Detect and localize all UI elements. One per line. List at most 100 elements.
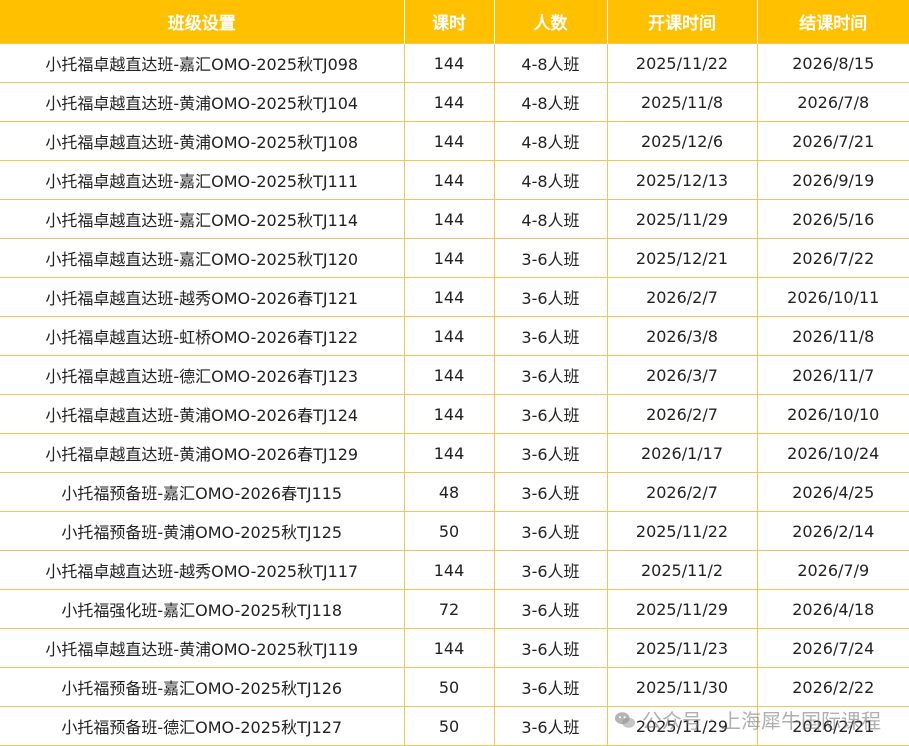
table-row: 小托福卓越直达班-嘉汇OMO-2025秋TJ111 144 4-8人班 2025/12… — [0, 160, 909, 200]
cell-class-setting: 小托福卓越直达班-嘉汇OMO-2025秋TJ120 — [0, 238, 405, 278]
cell-end-date: 2026/10/10 — [756, 394, 909, 434]
table-row: 小托福卓越直达班-黄浦OMO-2026春TJ129 144 3-6人班 2026/1/… — [0, 433, 909, 473]
table-row: 小托福卓越直达班-虹桥OMO-2026春TJ122 144 3-6人班 2026/3/… — [0, 316, 909, 356]
table-row: 小托福卓越直达班-黄浦OMO-2026春TJ124 144 3-6人班 2026/2/… — [0, 394, 909, 434]
cell-start-date: 2025/11/2 — [606, 550, 758, 590]
cell-class-size: 4-8人班 — [493, 121, 608, 161]
cell-hours: 50 — [403, 667, 495, 707]
cell-end-date: 2026/11/7 — [756, 355, 909, 395]
cell-end-date: 2026/10/24 — [756, 433, 909, 473]
cell-end-date: 2026/4/18 — [756, 589, 909, 629]
cell-class-size: 4-8人班 — [493, 82, 608, 122]
cell-hours: 144 — [403, 238, 495, 278]
cell-start-date: 2026/2/7 — [606, 277, 758, 317]
cell-start-date: 2025/12/13 — [606, 160, 758, 200]
cell-start-date: 2025/12/21 — [606, 238, 758, 278]
cell-class-setting: 小托福卓越直达班-越秀OMO-2025秋TJ117 — [0, 550, 405, 590]
cell-hours: 144 — [403, 277, 495, 317]
cell-class-size: 4-8人班 — [493, 199, 608, 239]
cell-hours: 144 — [403, 316, 495, 356]
class-schedule-table: 班级设置 课时 人数 开课时间 结课时间 小托福卓越直达班-嘉汇OMO-2025… — [0, 0, 909, 746]
cell-start-date: 2026/3/8 — [606, 316, 758, 356]
cell-class-setting: 小托福卓越直达班-黄浦OMO-2025秋TJ119 — [0, 628, 405, 668]
cell-start-date: 2025/11/29 — [606, 706, 758, 746]
cell-start-date: 2026/2/7 — [606, 472, 758, 512]
cell-start-date: 2025/11/22 — [606, 511, 758, 551]
cell-class-setting: 小托福强化班-嘉汇OMO-2025秋TJ118 — [0, 589, 405, 629]
cell-start-date: 2025/12/6 — [606, 121, 758, 161]
cell-start-date: 2025/11/8 — [606, 82, 758, 122]
header-class-size: 人数 — [494, 0, 608, 44]
cell-class-setting: 小托福预备班-嘉汇OMO-2026春TJ115 — [0, 472, 405, 512]
cell-hours: 144 — [403, 394, 495, 434]
cell-hours: 144 — [403, 550, 495, 590]
cell-class-setting: 小托福预备班-嘉汇OMO-2025秋TJ126 — [0, 667, 405, 707]
cell-start-date: 2025/11/23 — [606, 628, 758, 668]
cell-hours: 144 — [403, 43, 495, 83]
table-row: 小托福强化班-嘉汇OMO-2025秋TJ118 72 3-6人班 2025/11/29… — [0, 589, 909, 629]
cell-class-setting: 小托福卓越直达班-黄浦OMO-2026春TJ124 — [0, 394, 405, 434]
table-row: 小托福预备班-嘉汇OMO-2025秋TJ126 50 3-6人班 2025/11/30… — [0, 667, 909, 707]
header-start-date: 开课时间 — [607, 0, 758, 44]
cell-end-date: 2026/7/24 — [756, 628, 909, 668]
cell-class-size: 3-6人班 — [493, 433, 608, 473]
table-row: 小托福卓越直达班-嘉汇OMO-2025秋TJ114 144 4-8人班 2025/11… — [0, 199, 909, 239]
cell-end-date: 2026/9/19 — [756, 160, 909, 200]
cell-class-size: 3-6人班 — [493, 550, 608, 590]
cell-class-setting: 小托福卓越直达班-黄浦OMO-2026春TJ129 — [0, 433, 405, 473]
cell-hours: 72 — [403, 589, 495, 629]
cell-class-size: 4-8人班 — [493, 43, 608, 83]
table-row: 小托福卓越直达班-德汇OMO-2026春TJ123 144 3-6人班 2026/3/… — [0, 355, 909, 395]
cell-end-date: 2026/5/16 — [756, 199, 909, 239]
cell-class-setting: 小托福卓越直达班-越秀OMO-2026春TJ121 — [0, 277, 405, 317]
cell-class-setting: 小托福卓越直达班-黄浦OMO-2025秋TJ108 — [0, 121, 405, 161]
header-class-setting: 班级设置 — [0, 0, 405, 44]
cell-end-date: 2026/7/8 — [756, 82, 909, 122]
cell-start-date: 2026/3/7 — [606, 355, 758, 395]
cell-class-setting: 小托福卓越直达班-嘉汇OMO-2025秋TJ111 — [0, 160, 405, 200]
cell-start-date: 2025/11/22 — [606, 43, 758, 83]
cell-start-date: 2025/11/30 — [606, 667, 758, 707]
cell-class-size: 3-6人班 — [493, 394, 608, 434]
table-body: 小托福卓越直达班-嘉汇OMO-2025秋TJ098 144 4-8人班 2025/11… — [0, 43, 909, 746]
table-row: 小托福预备班-德汇OMO-2025秋TJ127 50 3-6人班 2025/11/29… — [0, 706, 909, 746]
cell-hours: 144 — [403, 433, 495, 473]
cell-class-setting: 小托福卓越直达班-嘉汇OMO-2025秋TJ114 — [0, 199, 405, 239]
cell-class-size: 3-6人班 — [493, 628, 608, 668]
cell-hours: 144 — [403, 355, 495, 395]
cell-class-size: 3-6人班 — [493, 589, 608, 629]
cell-end-date: 2026/7/22 — [756, 238, 909, 278]
cell-hours: 48 — [403, 472, 495, 512]
cell-end-date: 2026/2/14 — [756, 511, 909, 551]
cell-class-size: 3-6人班 — [493, 667, 608, 707]
cell-end-date: 2026/7/21 — [756, 121, 909, 161]
cell-start-date: 2025/11/29 — [606, 199, 758, 239]
cell-class-setting: 小托福预备班-黄浦OMO-2025秋TJ125 — [0, 511, 405, 551]
cell-class-setting: 小托福卓越直达班-虹桥OMO-2026春TJ122 — [0, 316, 405, 356]
cell-hours: 144 — [403, 628, 495, 668]
cell-end-date: 2026/11/8 — [756, 316, 909, 356]
cell-start-date: 2026/2/7 — [606, 394, 758, 434]
cell-hours: 144 — [403, 82, 495, 122]
cell-class-size: 3-6人班 — [493, 238, 608, 278]
table-row: 小托福预备班-嘉汇OMO-2026春TJ115 48 3-6人班 2026/2/7 20… — [0, 472, 909, 512]
cell-class-size: 3-6人班 — [493, 511, 608, 551]
cell-class-setting: 小托福卓越直达班-嘉汇OMO-2025秋TJ098 — [0, 43, 405, 83]
cell-start-date: 2026/1/17 — [606, 433, 758, 473]
header-hours: 课时 — [404, 0, 495, 44]
table-row: 小托福卓越直达班-黄浦OMO-2025秋TJ119 144 3-6人班 2025/11… — [0, 628, 909, 668]
cell-hours: 50 — [403, 511, 495, 551]
cell-end-date: 2026/10/11 — [756, 277, 909, 317]
cell-hours: 144 — [403, 199, 495, 239]
cell-class-size: 3-6人班 — [493, 355, 608, 395]
cell-class-size: 3-6人班 — [493, 472, 608, 512]
table-row: 小托福卓越直达班-黄浦OMO-2025秋TJ108 144 4-8人班 2025/12… — [0, 121, 909, 161]
cell-end-date: 2026/7/9 — [756, 550, 909, 590]
cell-class-size: 3-6人班 — [493, 316, 608, 356]
table-row: 小托福预备班-黄浦OMO-2025秋TJ125 50 3-6人班 2025/11/22… — [0, 511, 909, 551]
cell-hours: 50 — [403, 706, 495, 746]
cell-end-date: 2026/2/21 — [756, 706, 909, 746]
header-end-date: 结课时间 — [757, 0, 909, 44]
cell-hours: 144 — [403, 121, 495, 161]
table-row: 小托福卓越直达班-嘉汇OMO-2025秋TJ098 144 4-8人班 2025/11… — [0, 43, 909, 83]
